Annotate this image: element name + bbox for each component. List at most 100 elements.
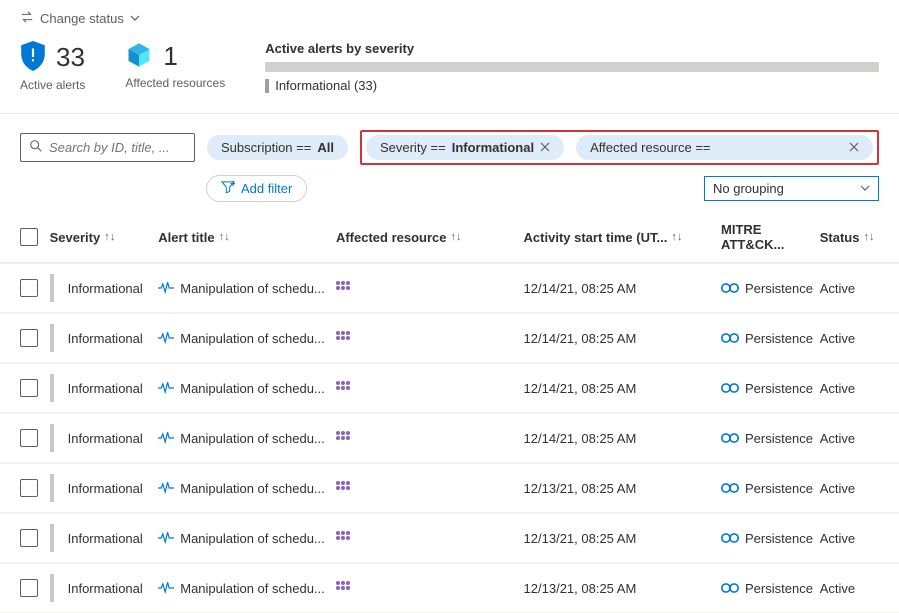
grouping-dropdown[interactable]: No grouping: [704, 176, 879, 201]
chevron-down-icon: [130, 11, 140, 26]
mitre-tactic: Persistence: [745, 331, 813, 346]
search-icon: [29, 139, 43, 156]
active-alerts-label: Active alerts: [20, 78, 85, 92]
filter-severity-key: Severity ==: [380, 140, 446, 155]
alert-title: Manipulation of schedu...: [180, 381, 325, 396]
status-text: Active: [820, 281, 855, 296]
filter-severity-value: Informational: [452, 140, 534, 155]
table-row[interactable]: Informational Manipulation of schedu... …: [0, 563, 899, 613]
persistence-icon: [721, 481, 739, 495]
search-input[interactable]: [49, 140, 186, 155]
summary-section: 33 Active alerts 1 Affected resources Ac…: [0, 37, 899, 114]
affected-resources-stat: 1 Affected resources: [125, 41, 225, 90]
mitre-tactic: Persistence: [745, 431, 813, 446]
change-status-label: Change status: [40, 11, 124, 26]
close-icon[interactable]: [540, 140, 550, 155]
persistence-icon: [721, 531, 739, 545]
add-filter-label: Add filter: [241, 181, 292, 196]
mitre-tactic: Persistence: [745, 481, 813, 496]
alert-title: Manipulation of schedu...: [180, 481, 325, 496]
active-alerts-count: 33: [56, 42, 85, 73]
status-text: Active: [820, 431, 855, 446]
persistence-icon: [721, 431, 739, 445]
grouping-label: No grouping: [713, 181, 784, 196]
col-status[interactable]: Status↑↓: [820, 230, 879, 245]
persistence-icon: [721, 331, 739, 345]
row-checkbox[interactable]: [20, 429, 38, 447]
resource-icon: [336, 481, 354, 495]
severity-text: Informational: [68, 431, 143, 446]
row-checkbox[interactable]: [20, 279, 38, 297]
mitre-tactic: Persistence: [745, 531, 813, 546]
table-row[interactable]: Informational Manipulation of schedu... …: [0, 313, 899, 363]
resource-icon: [336, 431, 354, 445]
toolbar: Change status: [0, 0, 899, 37]
table-row[interactable]: Informational Manipulation of schedu... …: [0, 513, 899, 563]
col-severity[interactable]: Severity↑↓: [50, 230, 159, 245]
heartbeat-icon: [158, 332, 174, 344]
select-all-checkbox[interactable]: [20, 228, 38, 246]
severity-block: Active alerts by severity Informational …: [265, 41, 879, 93]
heartbeat-icon: [158, 432, 174, 444]
change-status-button[interactable]: Change status: [20, 10, 220, 27]
col-mitre[interactable]: MITRE ATT&CK...: [721, 222, 820, 252]
status-text: Active: [820, 481, 855, 496]
severity-text: Informational: [68, 581, 143, 596]
activity-time: 12/14/21, 08:25 AM: [524, 431, 637, 446]
alerts-table: Severity↑↓ Alert title↑↓ Affected resour…: [0, 212, 899, 613]
heartbeat-icon: [158, 382, 174, 394]
resource-icon: [336, 581, 354, 595]
row-checkbox[interactable]: [20, 529, 38, 547]
col-time[interactable]: Activity start time (UT...↑↓: [524, 230, 721, 245]
severity-indicator: [50, 424, 54, 452]
resource-icon: [336, 531, 354, 545]
alert-title: Manipulation of schedu...: [180, 581, 325, 596]
heartbeat-icon: [158, 282, 174, 294]
mitre-tactic: Persistence: [745, 381, 813, 396]
sort-icon: ↑↓: [219, 231, 230, 243]
persistence-icon: [721, 381, 739, 395]
add-filter-button[interactable]: Add filter: [206, 175, 307, 202]
row-checkbox[interactable]: [20, 379, 38, 397]
filter-affected-resource[interactable]: Affected resource ==: [576, 135, 873, 160]
sort-icon: ↑↓: [451, 231, 462, 243]
activity-time: 12/13/21, 08:25 AM: [524, 481, 637, 496]
status-text: Active: [820, 381, 855, 396]
severity-breakdown: Informational (33): [275, 78, 377, 93]
activity-time: 12/14/21, 08:25 AM: [524, 281, 637, 296]
table-row[interactable]: Informational Manipulation of schedu... …: [0, 413, 899, 463]
sort-icon: ↑↓: [104, 231, 115, 243]
shield-icon: [20, 41, 46, 74]
severity-indicator: [50, 274, 54, 302]
alert-title: Manipulation of schedu...: [180, 431, 325, 446]
row-checkbox[interactable]: [20, 579, 38, 597]
table-row[interactable]: Informational Manipulation of schedu... …: [0, 363, 899, 413]
table-row[interactable]: Informational Manipulation of schedu... …: [0, 263, 899, 313]
row-checkbox[interactable]: [20, 329, 38, 347]
alert-title: Manipulation of schedu...: [180, 331, 325, 346]
col-title[interactable]: Alert title↑↓: [158, 230, 336, 245]
row-checkbox[interactable]: [20, 479, 38, 497]
affected-resources-label: Affected resources: [125, 76, 225, 90]
search-box[interactable]: [20, 133, 195, 162]
second-row: Add filter No grouping: [0, 173, 899, 212]
severity-text: Informational: [68, 481, 143, 496]
filter-severity[interactable]: Severity == Informational: [366, 135, 564, 160]
mitre-tactic: Persistence: [745, 581, 813, 596]
activity-time: 12/14/21, 08:25 AM: [524, 381, 637, 396]
sort-icon: ↑↓: [671, 231, 682, 243]
resource-icon: [336, 381, 354, 395]
severity-indicator: [50, 324, 54, 352]
sort-icon: ↑↓: [863, 231, 874, 243]
severity-indicator: [50, 574, 54, 602]
status-text: Active: [820, 581, 855, 596]
affected-resources-count: 1: [163, 41, 177, 72]
chevron-down-icon: [860, 181, 870, 196]
cube-icon: [125, 41, 153, 72]
col-resource[interactable]: Affected resource↑↓: [336, 230, 524, 245]
filter-subscription[interactable]: Subscription == All: [207, 135, 348, 160]
activity-time: 12/13/21, 08:25 AM: [524, 581, 637, 596]
close-icon[interactable]: [849, 140, 859, 155]
severity-title: Active alerts by severity: [265, 41, 879, 56]
table-row[interactable]: Informational Manipulation of schedu... …: [0, 463, 899, 513]
